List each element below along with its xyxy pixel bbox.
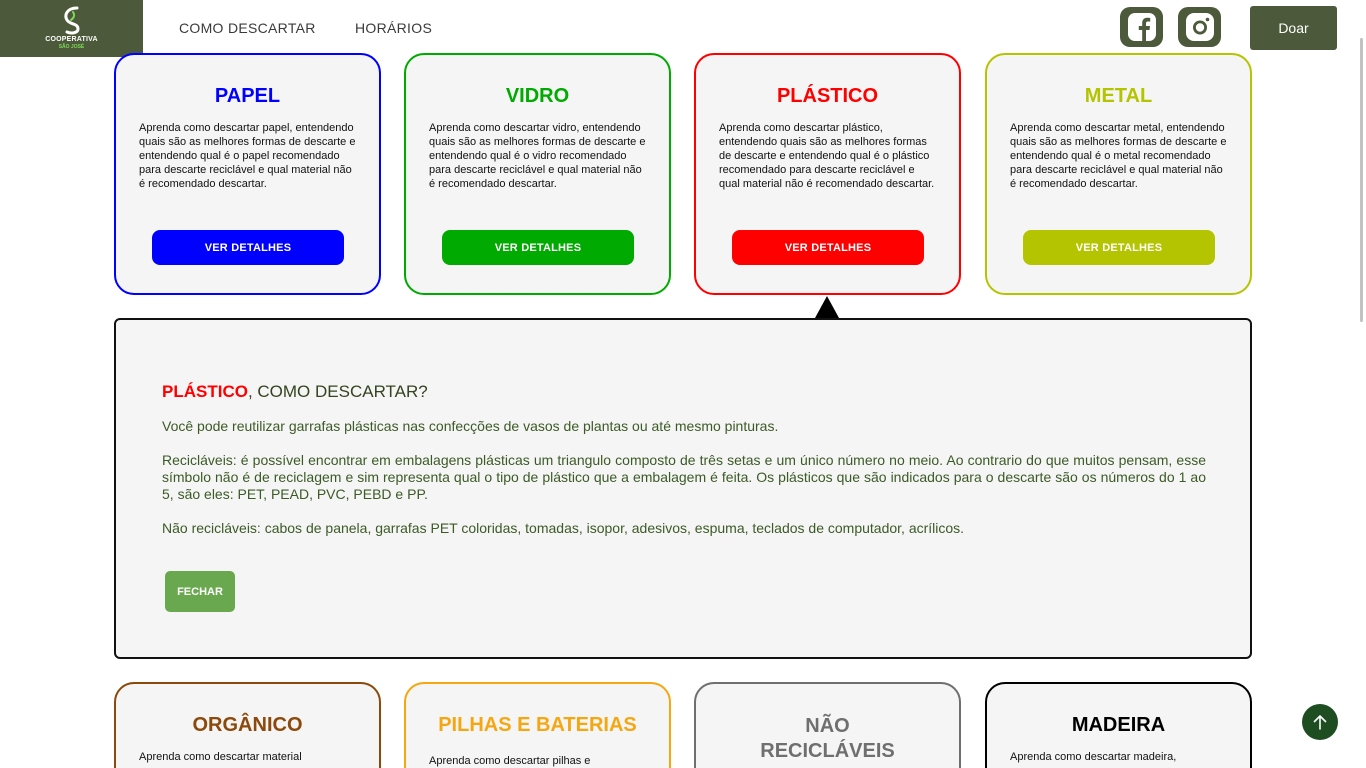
card-description: Aprenda como descartar plástico, entende… xyxy=(719,122,935,190)
card-title: VIDRO xyxy=(505,85,570,107)
card-title: METAL xyxy=(1084,85,1153,107)
card-madeira: MADEIRA Aprenda como descartar madeira, xyxy=(985,682,1252,768)
instagram-icon xyxy=(1185,13,1214,41)
nav-como-descartar[interactable]: COMO DESCARTAR xyxy=(179,20,316,36)
details-button-plastico[interactable]: VER DETALHES xyxy=(732,230,924,265)
card-description: Aprenda como descartar pilhas e xyxy=(429,755,591,767)
details-button-metal[interactable]: VER DETALHES xyxy=(1023,230,1215,265)
logo-leaf-icon xyxy=(63,6,80,35)
panel-paragraph-non-recyclable: Não recicláveis: cabos de panela, garraf… xyxy=(162,520,965,536)
card-title: PLÁSTICO xyxy=(776,85,879,107)
logo[interactable]: COOPERATIVA SÃO JOSÉ xyxy=(0,0,143,57)
nav-horarios[interactable]: HORÁRIOS xyxy=(355,20,432,36)
card-description: Aprenda como descartar papel, entendendo… xyxy=(139,122,356,190)
logo-subtitle: SÃO JOSÉ xyxy=(58,44,85,50)
card-description: Aprenda como descartar material xyxy=(139,751,302,763)
card-organico: ORGÂNICO Aprenda como descartar material xyxy=(114,682,381,768)
instagram-button[interactable] xyxy=(1178,7,1221,47)
close-button[interactable]: FECHAR xyxy=(165,571,235,612)
logo-title: COOPERATIVA xyxy=(45,36,98,43)
card-description: Aprenda como descartar vidro, entendendo… xyxy=(429,122,646,190)
panel-heading: PLÁSTICO, COMO DESCARTAR? xyxy=(162,382,428,402)
panel-heading-material: PLÁSTICO xyxy=(162,382,248,401)
panel-paragraph: Você pode reutilizar garrafas plásticas … xyxy=(162,418,779,434)
page-scrollbar[interactable] xyxy=(1360,38,1363,322)
facebook-icon xyxy=(1127,13,1156,41)
panel-paragraph-recyclable: Recicláveis: é possível encontrar em emb… xyxy=(162,452,1206,502)
card-plastico: PLÁSTICO Aprenda como descartar plástico… xyxy=(694,53,961,295)
donate-button[interactable]: Doar xyxy=(1250,6,1337,50)
details-panel: PLÁSTICO, COMO DESCARTAR? Você pode reut… xyxy=(114,318,1252,659)
card-description: Aprenda como descartar metal, entendendo… xyxy=(1010,122,1227,190)
card-title: MADEIRA xyxy=(1071,714,1166,736)
card-title: PAPEL xyxy=(214,85,281,107)
arrow-up-icon xyxy=(1313,715,1327,730)
facebook-button[interactable] xyxy=(1120,7,1163,47)
scroll-to-top-button[interactable] xyxy=(1302,704,1338,740)
details-button-papel[interactable]: VER DETALHES xyxy=(152,230,344,265)
card-title: NÃO RECICLÁVEIS xyxy=(760,715,895,762)
card-vidro: VIDRO Aprenda como descartar vidro, ente… xyxy=(404,53,671,295)
panel-heading-text: , COMO DESCARTAR? xyxy=(247,382,428,401)
panel-pointer-arrow xyxy=(815,296,839,318)
card-papel: PAPEL Aprenda como descartar papel, ente… xyxy=(114,53,381,295)
card-title: ORGÂNICO xyxy=(192,714,303,736)
card-title: PILHAS E BATERIAS xyxy=(438,714,637,736)
card-pilhas-baterias: PILHAS E BATERIAS Aprenda como descartar… xyxy=(404,682,671,768)
card-description: Aprenda como descartar madeira, xyxy=(1010,751,1177,763)
card-nao-reciclaveis: NÃO RECICLÁVEIS xyxy=(694,682,961,768)
details-button-vidro[interactable]: VER DETALHES xyxy=(442,230,634,265)
card-metal: METAL Aprenda como descartar metal, ente… xyxy=(985,53,1252,295)
